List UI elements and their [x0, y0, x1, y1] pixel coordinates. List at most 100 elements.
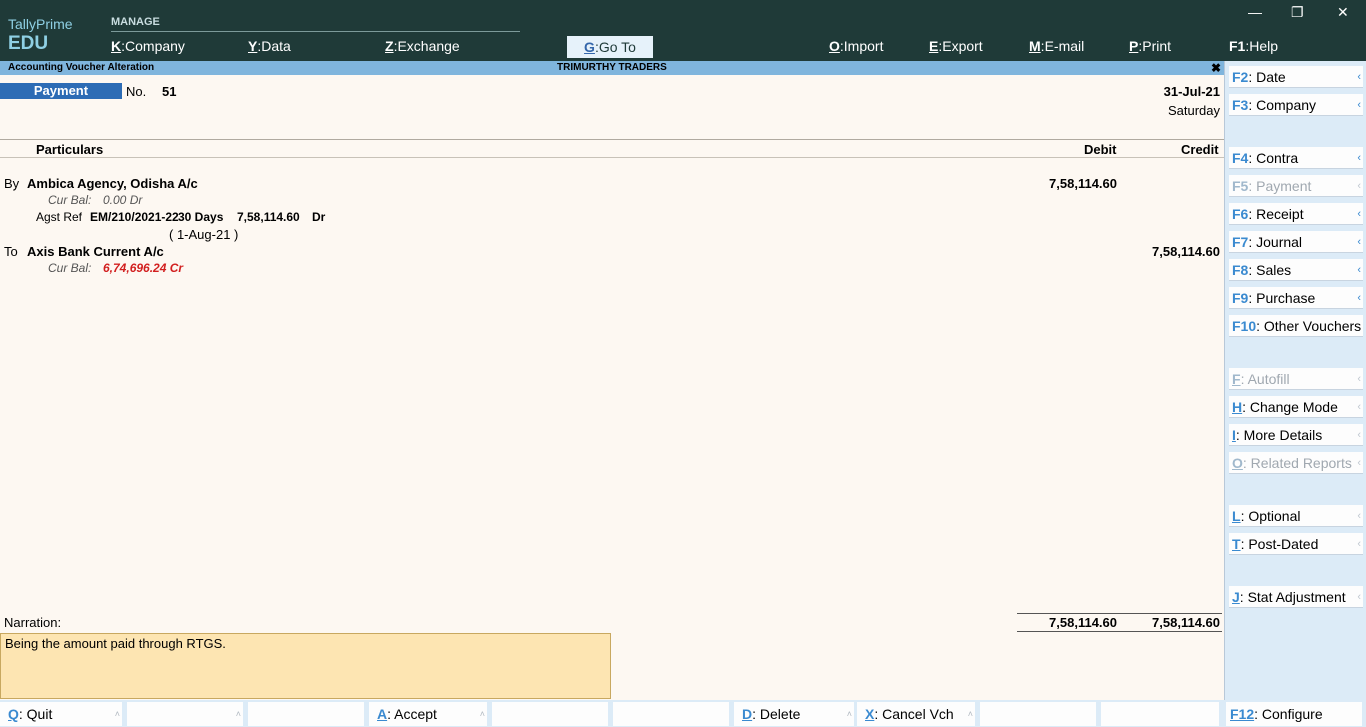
column-debit: Debit [1084, 142, 1117, 157]
cur-bal-label: Cur Bal: [48, 193, 92, 207]
btn-date[interactable]: F2: Date ‹ [1229, 66, 1363, 88]
entry-ledger[interactable]: Ambica Agency, Odisha A/c [27, 176, 198, 191]
btn-change-mode[interactable]: H: Change Mode ‹ [1229, 396, 1363, 418]
btn-quit[interactable]: Q: Quit ˄ [0, 702, 122, 726]
menu-go-to[interactable]: G:Go To [567, 36, 653, 58]
menu-company[interactable]: K:Company [111, 38, 185, 54]
entry-prefix: By [4, 176, 20, 191]
btn-delete[interactable]: D: Delete ˄ [734, 702, 854, 726]
voucher-no-label: No. [126, 84, 147, 99]
entry-ledger[interactable]: Axis Bank Current A/c [27, 244, 164, 259]
ref-due-date: ( 1-Aug-21 ) [169, 227, 239, 242]
minimize-icon[interactable]: — [1248, 4, 1262, 20]
entry-credit[interactable]: 7,58,114.60 [1120, 244, 1220, 259]
btn-post-dated[interactable]: T: Post-Dated ‹ [1229, 533, 1363, 555]
btn-stat-adjustment[interactable]: J: Stat Adjustment ‹ [1229, 586, 1363, 608]
menu-divider [111, 31, 520, 32]
column-particulars: Particulars [36, 142, 104, 157]
btn-empty-6 [1101, 702, 1219, 726]
chevron-left-icon: ‹ [1357, 236, 1361, 248]
menu-help[interactable]: F1:Help [1229, 38, 1278, 54]
btn-other-vouchers[interactable]: F10: Other Vouchers [1229, 315, 1363, 337]
right-button-panel: F2: Date ‹ F3: Company ‹ F4: Contra ‹ F5: P… [1224, 61, 1366, 700]
ref-label: Agst Ref [36, 210, 83, 224]
btn-cancel-vch[interactable]: X: Cancel Vch ˄ [857, 702, 975, 726]
total-credit: 7,58,114.60 [1152, 615, 1220, 630]
voucher-date[interactable]: 31-Jul-21 [1164, 84, 1220, 99]
chevron-left-icon: ‹ [1357, 99, 1361, 111]
chevron-left-icon: ‹ [1357, 373, 1361, 385]
chevron-left-icon: ‹ [1357, 264, 1361, 276]
voucher-no[interactable]: 51 [162, 84, 176, 99]
btn-purchase[interactable]: F9: Purchase ‹ [1229, 287, 1363, 309]
menu-import[interactable]: O:Import [829, 38, 883, 54]
btn-empty-1: ˄ [127, 702, 243, 726]
menu-section-label: MANAGE [111, 16, 160, 28]
ref-days[interactable]: 30 Days [178, 210, 223, 224]
restore-icon[interactable]: ❐ [1291, 4, 1304, 21]
btn-optional[interactable]: L: Optional ‹ [1229, 505, 1363, 527]
btn-accept[interactable]: A: Accept ˄ [369, 702, 487, 726]
entry-prefix: To [4, 244, 18, 259]
btn-configure[interactable]: F12: Configure [1226, 702, 1362, 726]
ref-name[interactable]: EM/210/2021-22 [90, 210, 179, 224]
btn-contra[interactable]: F4: Contra ‹ [1229, 147, 1363, 169]
btn-journal[interactable]: F7: Journal ‹ [1229, 231, 1363, 253]
totals-line-bottom [1017, 631, 1222, 632]
entry-debit[interactable]: 7,58,114.60 [1017, 176, 1117, 191]
voucher-type[interactable]: Payment [0, 83, 122, 99]
app-edition: EDU [8, 33, 49, 54]
narration-field[interactable]: Being the amount paid through RTGS. [0, 633, 611, 699]
screen-close-icon[interactable]: ✖ [1211, 61, 1221, 75]
company-name: TRIMURTHY TRADERS [557, 62, 667, 73]
menu-data[interactable]: Y:Data [248, 38, 291, 54]
btn-empty-2 [248, 702, 364, 726]
btn-more-details[interactable]: I: More Details ‹ [1229, 424, 1363, 446]
screen-title: Accounting Voucher Alteration [8, 62, 155, 73]
chevron-left-icon: ‹ [1357, 429, 1361, 441]
close-icon[interactable]: ✕ [1337, 4, 1349, 21]
narration-label: Narration: [4, 615, 62, 630]
header-divider [0, 139, 1224, 140]
bottom-button-bar: Q: Quit ˄ ˄ A: Accept ˄ D: Delete ˄ X: Canc… [0, 700, 1366, 727]
app-name: TallyPrime [8, 16, 73, 32]
totals-line [1017, 613, 1222, 614]
title-strip: Accounting Voucher Alteration TRIMURTHY … [0, 61, 1224, 75]
menu-exchange[interactable]: Z:Exchange [385, 38, 460, 54]
menu-print[interactable]: P:Print [1129, 38, 1171, 54]
chevron-up-icon: ˄ [479, 709, 485, 719]
chevron-left-icon: ‹ [1357, 510, 1361, 522]
cur-bal-value: 6,74,696.24 Cr [103, 261, 184, 275]
chevron-left-icon: ‹ [1357, 208, 1361, 220]
chevron-up-icon: ˄ [235, 709, 241, 719]
menu-export[interactable]: E:Export [929, 38, 983, 54]
voucher-day: Saturday [1167, 103, 1220, 118]
ref-type: Dr [312, 210, 326, 224]
btn-empty-5 [980, 702, 1096, 726]
btn-sales[interactable]: F8: Sales ‹ [1229, 259, 1363, 281]
ref-amount[interactable]: 7,58,114.60 [237, 210, 300, 224]
btn-empty-4 [613, 702, 729, 726]
chevron-left-icon: ‹ [1357, 457, 1361, 469]
column-credit: Credit [1181, 142, 1219, 157]
chevron-left-icon: ‹ [1357, 401, 1361, 413]
btn-company[interactable]: F3: Company ‹ [1229, 94, 1363, 116]
chevron-up-icon: ˄ [967, 709, 973, 719]
chevron-up-icon: ˄ [114, 709, 120, 719]
btn-payment[interactable]: F5: Payment ‹ [1229, 175, 1363, 197]
top-bar: TallyPrime EDU MANAGE K:Company Y:Data Z… [0, 0, 1366, 61]
voucher-body: Payment No. 51 31-Jul-21 Saturday Partic… [0, 75, 1224, 700]
btn-autofill[interactable]: F: Autofill ‹ [1229, 368, 1363, 390]
chevron-left-icon: ‹ [1357, 152, 1361, 164]
header-divider-bottom [0, 157, 1224, 158]
menu-email[interactable]: M:E-mail [1029, 38, 1084, 54]
chevron-up-icon: ˄ [846, 709, 852, 719]
chevron-left-icon: ‹ [1357, 292, 1361, 304]
cur-bal-value: 0.00 Dr [103, 193, 143, 207]
chevron-left-icon: ‹ [1357, 538, 1361, 550]
chevron-left-icon: ‹ [1357, 180, 1361, 192]
btn-empty-3 [492, 702, 608, 726]
chevron-left-icon: ‹ [1357, 591, 1361, 603]
btn-related-reports[interactable]: O: Related Reports ‹ [1229, 452, 1363, 474]
btn-receipt[interactable]: F6: Receipt ‹ [1229, 203, 1363, 225]
